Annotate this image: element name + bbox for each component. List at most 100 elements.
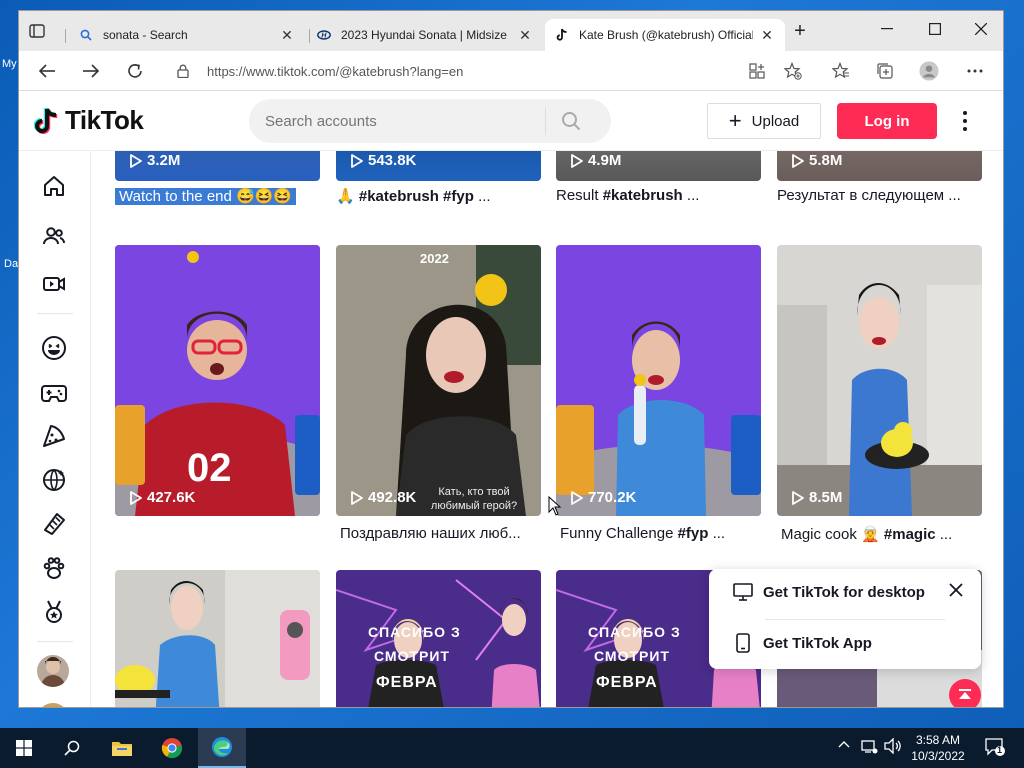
settings-menu-icon[interactable] xyxy=(965,61,985,81)
popup-divider xyxy=(765,619,945,620)
refresh-button[interactable] xyxy=(123,59,147,83)
video-thumbnail[interactable]: 8.5M xyxy=(777,245,982,516)
caption-hashtag[interactable]: #magic xyxy=(884,526,936,543)
video-thumbnail-image xyxy=(777,245,982,516)
tab-close-button[interactable]: ✕ xyxy=(517,27,533,43)
tab-close-button[interactable]: ✕ xyxy=(759,27,775,43)
file-explorer-button[interactable] xyxy=(98,728,146,768)
selected-caption-text: Watch to the end 😅😆😆 xyxy=(115,188,297,205)
search-button[interactable] xyxy=(546,111,596,131)
tab-hyundai[interactable]: H 2023 Hyundai Sonata | Midsize S ✕ xyxy=(307,19,543,51)
clock-date: 10/3/2022 xyxy=(911,749,965,763)
suggested-account-avatar[interactable] xyxy=(37,655,69,687)
play-icon xyxy=(792,153,804,168)
tab-actions-icon[interactable] xyxy=(27,21,47,41)
following-icon[interactable] xyxy=(41,223,67,249)
new-tab-button[interactable]: + xyxy=(791,21,809,41)
tab-close-button[interactable]: ✕ xyxy=(279,27,295,43)
back-to-top-button[interactable] xyxy=(949,679,981,707)
back-button[interactable] xyxy=(35,59,59,83)
beauty-icon[interactable] xyxy=(41,511,67,537)
show-hidden-icons-button[interactable] xyxy=(838,738,850,755)
tab-bar: sonata - Search ✕ H 2023 Hyundai Sonata … xyxy=(19,11,1003,51)
notification-center-button[interactable]: 1 xyxy=(984,737,1006,760)
taskbar-search-button[interactable] xyxy=(48,728,96,768)
notification-icon xyxy=(985,738,1005,756)
play-icon xyxy=(130,490,142,505)
plus-icon: + xyxy=(728,108,742,133)
video-thumbnail[interactable] xyxy=(115,570,320,707)
comedy-icon[interactable] xyxy=(41,335,67,361)
video-caption[interactable]: Результат в следующем ... xyxy=(777,187,961,204)
hyundai-logo-icon: H xyxy=(317,28,331,42)
gaming-icon[interactable] xyxy=(41,379,67,405)
tab-separator xyxy=(65,29,66,43)
suggested-account-avatar[interactable] xyxy=(37,703,69,707)
video-caption[interactable]: Watch to the end 😅😆😆 xyxy=(115,187,297,205)
edge-button[interactable] xyxy=(198,728,246,768)
view-count: 770.2K xyxy=(588,489,637,506)
login-button[interactable]: Log in xyxy=(837,103,937,139)
video-caption[interactable]: Magic cook 🧝 #magic ... xyxy=(781,525,952,543)
get-desktop-app-link[interactable]: Get TikTok for desktop xyxy=(733,583,925,601)
favorites-icon[interactable] xyxy=(831,61,851,81)
search-input[interactable] xyxy=(265,112,545,130)
svg-text:02: 02 xyxy=(187,446,232,490)
profile-avatar-icon[interactable] xyxy=(919,61,939,81)
desktop-icon-label[interactable]: Da xyxy=(4,258,18,270)
desktop-icon-label[interactable]: My xyxy=(2,58,17,70)
video-caption[interactable]: Поздравляю наших люб... xyxy=(340,525,521,542)
search-icon xyxy=(562,112,581,131)
play-icon xyxy=(571,153,583,168)
add-favorite-icon[interactable] xyxy=(783,61,803,81)
sidebar-divider xyxy=(37,313,73,314)
get-mobile-app-link[interactable]: Get TikTok App xyxy=(733,633,872,653)
edge-icon xyxy=(212,737,232,757)
upload-button[interactable]: + Upload xyxy=(707,103,821,139)
caption-ellipsis: ... xyxy=(708,525,726,542)
home-icon[interactable] xyxy=(41,173,67,199)
caption-hashtag[interactable]: #katebrush xyxy=(603,187,683,204)
get-desktop-label: Get TikTok for desktop xyxy=(763,583,925,601)
tiktok-page: TikTok + Upload Log in xyxy=(19,91,1003,707)
video-caption[interactable]: 🙏 #katebrush #fyp ... xyxy=(336,187,491,205)
tiktok-logo[interactable]: TikTok xyxy=(33,105,144,136)
tab-title: Kate Brush (@katebrush) Official xyxy=(579,28,753,42)
video-thumbnail-image xyxy=(115,570,320,707)
search-icon xyxy=(64,740,80,756)
caption-hashtag[interactable]: #katebrush #fyp xyxy=(359,188,474,205)
tiktok-logo-icon xyxy=(33,106,58,134)
close-window-button[interactable] xyxy=(961,17,1001,41)
video-overlay-text: СПАСИБО З xyxy=(368,624,461,640)
tab-search[interactable]: sonata - Search ✕ xyxy=(69,19,305,51)
animals-icon[interactable] xyxy=(41,555,67,581)
video-caption[interactable]: Funny Challenge #fyp ... xyxy=(560,525,725,542)
dance-icon[interactable] xyxy=(41,467,67,493)
start-button[interactable] xyxy=(0,728,48,768)
app-available-icon[interactable] xyxy=(747,61,767,81)
collections-icon[interactable] xyxy=(875,61,895,81)
video-thumbnail[interactable]: 02 427.6K xyxy=(115,245,320,516)
network-icon[interactable] xyxy=(860,738,878,757)
address-bar[interactable]: https://www.tiktok.com/@katebrush?lang=e… xyxy=(167,57,803,85)
video-overlay-text: СМОТРИТ xyxy=(374,648,450,664)
sports-medal-icon[interactable] xyxy=(41,599,67,625)
tab-tiktok[interactable]: Kate Brush (@katebrush) Official ✕ xyxy=(545,19,785,51)
close-icon[interactable] xyxy=(949,583,965,599)
volume-icon[interactable] xyxy=(884,737,902,757)
video-thumbnail[interactable]: 2022 Кать, кто твой любимый герой? 492.8… xyxy=(336,245,541,516)
video-thumbnail[interactable]: СПАСИБО З СМОТРИТ ФЕВРА xyxy=(336,570,541,707)
caption-hashtag[interactable]: #fyp xyxy=(678,525,709,542)
lock-icon[interactable] xyxy=(177,64,193,78)
video-thumbnail[interactable]: 770.2K xyxy=(556,245,761,516)
food-icon[interactable] xyxy=(41,423,67,449)
live-icon[interactable] xyxy=(41,271,67,297)
system-clock[interactable]: 3:58 AM 10/3/2022 xyxy=(906,732,970,764)
caption-text: Result xyxy=(556,187,603,204)
chrome-button[interactable] xyxy=(148,728,196,768)
more-options-icon[interactable] xyxy=(957,107,973,135)
maximize-button[interactable] xyxy=(915,17,955,41)
video-caption[interactable]: Result #katebrush ... xyxy=(556,187,699,204)
minimize-button[interactable] xyxy=(867,17,907,41)
forward-button[interactable] xyxy=(79,59,103,83)
